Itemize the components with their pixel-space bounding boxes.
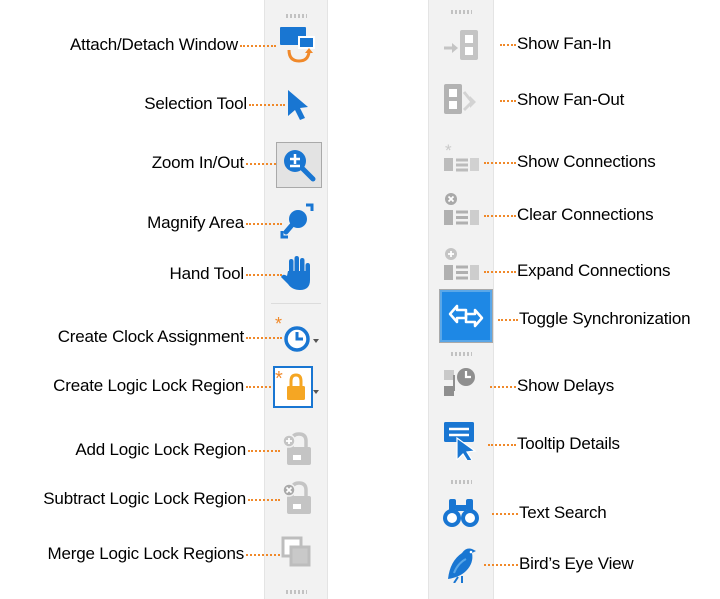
leader-line	[500, 100, 516, 102]
fan-in-icon	[440, 24, 484, 64]
arrow-cursor-icon	[275, 84, 319, 124]
tooltip-details-icon	[440, 420, 484, 460]
synchronization-icon	[442, 292, 490, 340]
fan-out-icon	[440, 80, 484, 120]
toolbar-grip-handle[interactable]	[450, 10, 472, 14]
show-connections-icon: *	[440, 138, 484, 178]
svg-text:*: *	[275, 368, 283, 390]
create-logic-lock-region-button[interactable]: *	[273, 366, 313, 408]
clock-icon: *	[272, 315, 316, 355]
add-lock-icon	[276, 429, 320, 469]
clear-connections-icon	[440, 190, 484, 230]
attach-detach-window-button[interactable]	[275, 24, 319, 64]
chevron-down-icon	[311, 384, 321, 401]
bird-icon	[440, 543, 484, 583]
leader-line	[490, 386, 516, 388]
show-fan-in-button[interactable]	[440, 24, 484, 64]
svg-text:*: *	[275, 315, 282, 334]
label-merge-logic-lock-regions: Merge Logic Lock Regions	[47, 544, 245, 563]
label-show-connections: Show Connections	[517, 152, 656, 171]
leader-line	[484, 271, 516, 273]
toolbar-grip-handle[interactable]	[450, 480, 472, 484]
attach-detach-window-icon	[275, 24, 319, 64]
leader-line	[484, 215, 516, 217]
label-subtract-logic-lock-region: Subtract Logic Lock Region	[43, 489, 246, 508]
hand-icon	[275, 253, 319, 293]
chevron-down-icon	[311, 333, 321, 350]
label-add-logic-lock-region: Add Logic Lock Region	[75, 440, 246, 459]
label-create-logic-lock-region: Create Logic Lock Region	[53, 376, 244, 395]
binoculars-icon	[440, 493, 484, 533]
label-clear-connections: Clear Connections	[517, 205, 654, 224]
subtract-logic-lock-region-button[interactable]	[276, 478, 320, 518]
label-create-clock-assignment: Create Clock Assignment	[57, 327, 244, 346]
label-toggle-synchronization: Toggle Synchronization	[519, 309, 691, 328]
text-search-button[interactable]	[440, 493, 484, 533]
expand-connections-icon	[440, 245, 484, 285]
leader-line	[488, 444, 516, 446]
leader-line	[500, 44, 516, 46]
logic-lock-dropdown-arrow[interactable]	[311, 384, 321, 394]
expand-connections-button[interactable]	[440, 245, 484, 285]
subtract-lock-icon	[276, 478, 320, 518]
zoom-in-out-button[interactable]	[276, 142, 322, 188]
label-zoom-in-out: Zoom In/Out	[151, 153, 244, 172]
show-connections-button[interactable]: *	[440, 138, 484, 178]
svg-text:*: *	[445, 141, 452, 160]
add-logic-lock-region-button[interactable]	[276, 429, 320, 469]
zoom-in-out-icon	[277, 143, 321, 187]
toolbar-grip-handle[interactable]	[285, 590, 307, 594]
label-attach-detach-window: Attach/Detach Window	[70, 35, 238, 54]
leader-line	[246, 163, 276, 165]
show-fan-out-button[interactable]	[440, 80, 484, 120]
logic-lock-icon: *	[275, 368, 311, 406]
leader-line	[492, 513, 518, 515]
clock-assignment-dropdown-arrow[interactable]	[311, 333, 321, 343]
label-selection-tool: Selection Tool	[144, 94, 247, 113]
label-hand-tool: Hand Tool	[169, 264, 245, 283]
magnify-area-icon	[275, 201, 319, 241]
leader-line	[246, 554, 280, 556]
label-show-delays: Show Delays	[517, 376, 615, 395]
merge-regions-icon	[276, 533, 320, 573]
toggle-synchronization-button[interactable]	[439, 289, 493, 343]
show-delays-button[interactable]	[440, 364, 484, 404]
selection-tool-button[interactable]	[275, 84, 319, 124]
create-clock-assignment-button[interactable]: *	[272, 315, 316, 355]
leader-line	[240, 45, 276, 47]
label-show-fan-in: Show Fan-In	[517, 34, 612, 53]
birds-eye-view-button[interactable]	[440, 543, 484, 583]
toolbar-grip-handle[interactable]	[450, 352, 472, 356]
leader-line	[484, 564, 518, 566]
merge-logic-lock-regions-button[interactable]	[276, 533, 320, 573]
label-birds-eye-view: Bird’s Eye View	[519, 554, 634, 573]
label-text-search: Text Search	[519, 503, 607, 522]
label-show-fan-out: Show Fan-Out	[517, 90, 625, 109]
tooltip-details-button[interactable]	[440, 420, 484, 460]
toolbar-grip-handle[interactable]	[285, 14, 307, 18]
toolbar-separator	[271, 303, 321, 304]
leader-line	[498, 319, 518, 321]
label-tooltip-details: Tooltip Details	[517, 434, 620, 453]
leader-line	[484, 162, 516, 164]
delays-icon	[440, 364, 484, 404]
label-expand-connections: Expand Connections	[517, 261, 671, 280]
hand-tool-button[interactable]	[275, 253, 319, 293]
label-magnify-area: Magnify Area	[147, 213, 244, 232]
magnify-area-button[interactable]	[275, 201, 319, 241]
clear-connections-button[interactable]	[440, 190, 484, 230]
